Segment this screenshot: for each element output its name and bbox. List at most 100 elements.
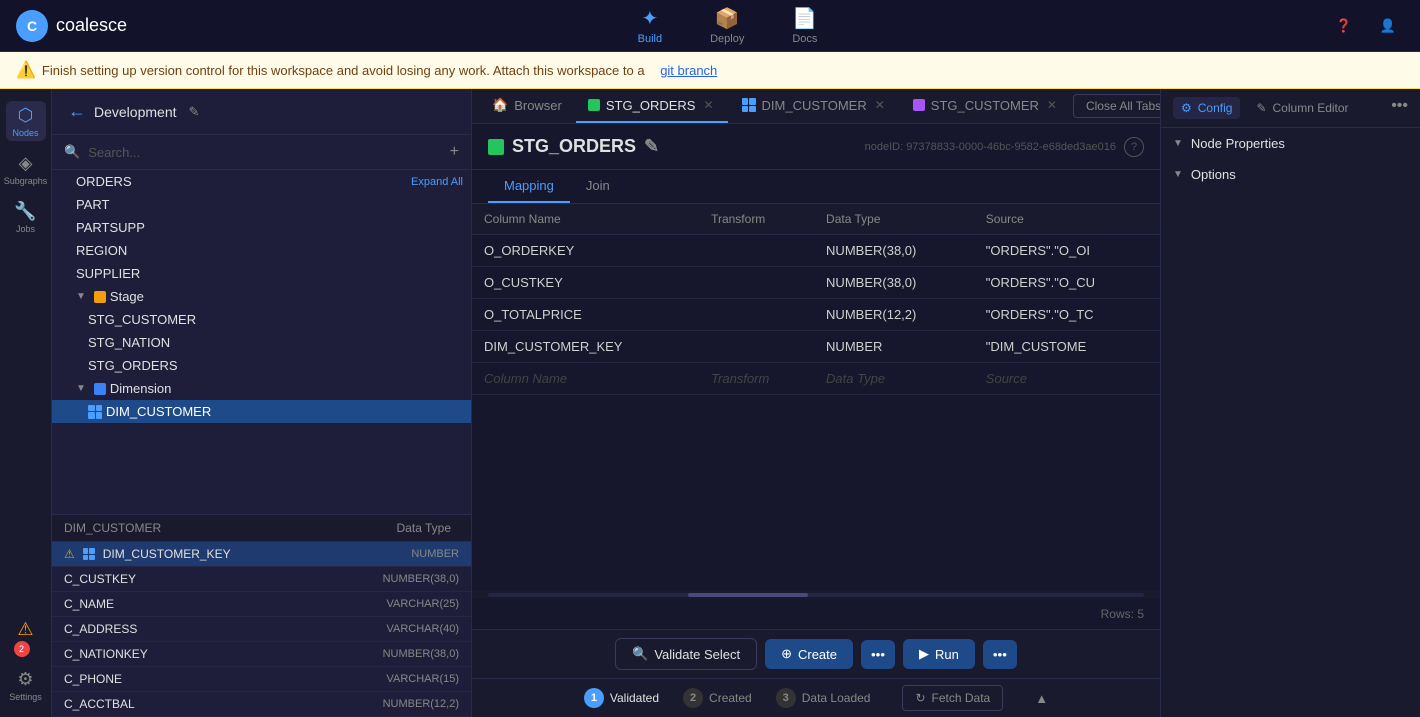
sidebar-header: ← Development ✎ bbox=[52, 89, 471, 135]
edit-icon[interactable]: ✎ bbox=[189, 104, 200, 120]
stage-folder[interactable]: ▼ Stage bbox=[52, 285, 471, 308]
validate-label: Validate Select bbox=[654, 647, 740, 662]
tab-dim-customer[interactable]: DIM_CUSTOMER ✕ bbox=[730, 90, 899, 123]
sidebar-item-jobs[interactable]: 🔧 Jobs bbox=[6, 197, 46, 237]
create-button[interactable]: ⊕ Create bbox=[765, 639, 853, 669]
sidebar-item-settings[interactable]: ⚙ Settings bbox=[6, 665, 46, 705]
table-row[interactable]: O_ORDERKEY NUMBER(38,0) "ORDERS"."O_OI bbox=[472, 235, 1160, 267]
step-created: 2 Created bbox=[683, 688, 752, 708]
list-item[interactable]: REGION bbox=[52, 239, 471, 262]
node-help-button[interactable]: ? bbox=[1124, 137, 1144, 157]
run-button[interactable]: ▶ Run bbox=[903, 639, 975, 669]
column-editor-tab[interactable]: ✎ Column Editor bbox=[1248, 97, 1356, 119]
step-validated: 1 Validated bbox=[584, 688, 659, 708]
options-section[interactable]: ▼ Options bbox=[1161, 159, 1420, 190]
config-label: Config bbox=[1198, 101, 1233, 115]
logo-icon: C bbox=[16, 10, 48, 42]
stg-customer-close-button[interactable]: ✕ bbox=[1045, 98, 1059, 112]
dimension-label: Dimension bbox=[110, 381, 463, 396]
dim-customer-close-button[interactable]: ✕ bbox=[873, 98, 887, 112]
dimension-folder[interactable]: ▼ Dimension bbox=[52, 377, 471, 400]
cell-source: "ORDERS"."O_OI bbox=[974, 235, 1160, 267]
table-row[interactable]: C_NATIONKEY NUMBER(38,0) bbox=[52, 642, 471, 667]
icon-navigation: ⬡ Nodes ◈ Subgraphs 🔧 Jobs ⚠ 2 ⚙ Setting… bbox=[0, 89, 52, 717]
stg-orders-close-button[interactable]: ✕ bbox=[701, 98, 715, 112]
step-3-label: Data Loaded bbox=[802, 691, 871, 705]
tab-stg-customer[interactable]: STG_CUSTOMER ✕ bbox=[901, 90, 1071, 123]
fetch-data-button[interactable]: ↻ Fetch Data bbox=[902, 685, 1003, 711]
close-all-tabs-button[interactable]: Close All Tabs bbox=[1073, 94, 1160, 118]
git-branch-link[interactable]: git branch bbox=[660, 63, 717, 78]
run-more-button[interactable]: ••• bbox=[983, 640, 1017, 669]
add-button[interactable]: + bbox=[450, 143, 459, 161]
table-row[interactable]: O_CUSTKEY NUMBER(38,0) "ORDERS"."O_CU bbox=[472, 267, 1160, 299]
cell-transform bbox=[699, 235, 814, 267]
list-item[interactable]: STG_ORDERS bbox=[52, 354, 471, 377]
supplier-label: SUPPLIER bbox=[76, 266, 463, 281]
node-properties-section[interactable]: ▼ Node Properties bbox=[1161, 128, 1420, 159]
config-tab[interactable]: ⚙ Config bbox=[1173, 97, 1240, 119]
browser-tab-label: Browser bbox=[514, 98, 562, 113]
help-button[interactable]: ❓ bbox=[1328, 10, 1360, 42]
create-more-button[interactable]: ••• bbox=[861, 640, 895, 669]
join-tab-label: Join bbox=[586, 178, 610, 193]
scroll-thumb[interactable] bbox=[688, 593, 808, 597]
top-navigation: C coalesce ✦ Build 📦 Deploy 📄 Docs ❓ 👤 bbox=[0, 0, 1420, 52]
stg-customer-label: STG_CUSTOMER bbox=[88, 312, 463, 327]
horizontal-scrollbar[interactable] bbox=[472, 591, 1160, 599]
node-edit-icon[interactable]: ✎ bbox=[644, 136, 659, 157]
right-panel: ⚙ Config ✎ Column Editor ••• ▼ Node Prop… bbox=[1160, 89, 1420, 717]
list-item[interactable]: STG_CUSTOMER bbox=[52, 308, 471, 331]
nav-tab-deploy[interactable]: 📦 Deploy bbox=[702, 2, 752, 49]
sidebar-item-nodes[interactable]: ⬡ Nodes bbox=[6, 101, 46, 141]
expand-all-link[interactable]: Expand All bbox=[411, 176, 463, 188]
nav-tab-build[interactable]: ✦ Build bbox=[630, 2, 670, 49]
warning-icon-wrapper: ⚠ 2 bbox=[6, 609, 46, 665]
key-icon bbox=[83, 548, 95, 560]
tab-stg-orders[interactable]: STG_ORDERS ✕ bbox=[576, 90, 728, 123]
table-row[interactable]: C_PHONE VARCHAR(15) bbox=[52, 667, 471, 692]
search-input[interactable] bbox=[88, 145, 441, 160]
user-button[interactable]: 👤 bbox=[1372, 10, 1404, 42]
list-item[interactable]: SUPPLIER bbox=[52, 262, 471, 285]
build-label: Build bbox=[638, 33, 662, 45]
back-button[interactable]: ← bbox=[68, 101, 86, 122]
cell-datatype: NUMBER bbox=[814, 331, 974, 363]
table-row[interactable]: O_TOTALPRICE NUMBER(12,2) "ORDERS"."O_TC bbox=[472, 299, 1160, 331]
table-row[interactable]: C_NAME VARCHAR(25) bbox=[52, 592, 471, 617]
build-icon: ✦ bbox=[641, 6, 658, 31]
table-row[interactable]: C_ACCTBAL NUMBER(12,2) bbox=[52, 692, 471, 717]
nav-tab-docs[interactable]: 📄 Docs bbox=[784, 2, 825, 49]
deploy-label: Deploy bbox=[710, 33, 744, 45]
cell-datatype: NUMBER(12,2) bbox=[814, 299, 974, 331]
list-item[interactable]: ORDERS Expand All bbox=[52, 170, 471, 193]
cell-transform bbox=[699, 299, 814, 331]
sidebar-item-subgraphs[interactable]: ◈ Subgraphs bbox=[6, 149, 46, 189]
cell-datatype: NUMBER(38,0) bbox=[814, 235, 974, 267]
right-panel-header: ⚙ Config ✎ Column Editor ••• bbox=[1161, 89, 1420, 128]
list-item[interactable]: STG_NATION bbox=[52, 331, 471, 354]
list-item[interactable]: PART bbox=[52, 193, 471, 216]
panel-more-button[interactable]: ••• bbox=[1391, 97, 1408, 119]
table-row[interactable]: DIM_CUSTOMER_KEY NUMBER "DIM_CUSTOME bbox=[472, 331, 1160, 363]
scroll-track bbox=[488, 593, 1144, 597]
col-header-transform: Transform bbox=[699, 204, 814, 235]
tab-join[interactable]: Join bbox=[570, 170, 626, 203]
bottom-icon-group: ⚠ 2 ⚙ Settings bbox=[6, 609, 46, 705]
col-header-name: Column Name bbox=[472, 204, 699, 235]
dim-customer-item[interactable]: DIM_CUSTOMER bbox=[52, 400, 471, 423]
rows-count: Rows: 5 bbox=[472, 599, 1160, 629]
tab-browser[interactable]: 🏠 Browser bbox=[480, 89, 574, 123]
tab-mapping[interactable]: Mapping bbox=[488, 170, 570, 203]
collapse-status-button[interactable]: ▲ bbox=[1035, 691, 1048, 706]
left-sidebar: ← Development ✎ 🔍 + ORDERS Expand All PA… bbox=[52, 89, 472, 717]
table-row[interactable]: ⚠ DIM_CUSTOMER_KEY NUMBER bbox=[52, 542, 471, 567]
list-item[interactable]: PARTSUPP bbox=[52, 216, 471, 239]
bottom-toolbar: 🔍 Validate Select ⊕ Create ••• ▶ Run ••• bbox=[472, 629, 1160, 678]
col-name: C_NATIONKEY bbox=[64, 647, 375, 661]
table-row[interactable]: C_ADDRESS VARCHAR(40) bbox=[52, 617, 471, 642]
table-row[interactable]: C_CUSTKEY NUMBER(38,0) bbox=[52, 567, 471, 592]
cell-column-name: O_TOTALPRICE bbox=[472, 299, 699, 331]
validate-select-button[interactable]: 🔍 Validate Select bbox=[615, 638, 757, 670]
col-type: NUMBER bbox=[411, 548, 459, 560]
